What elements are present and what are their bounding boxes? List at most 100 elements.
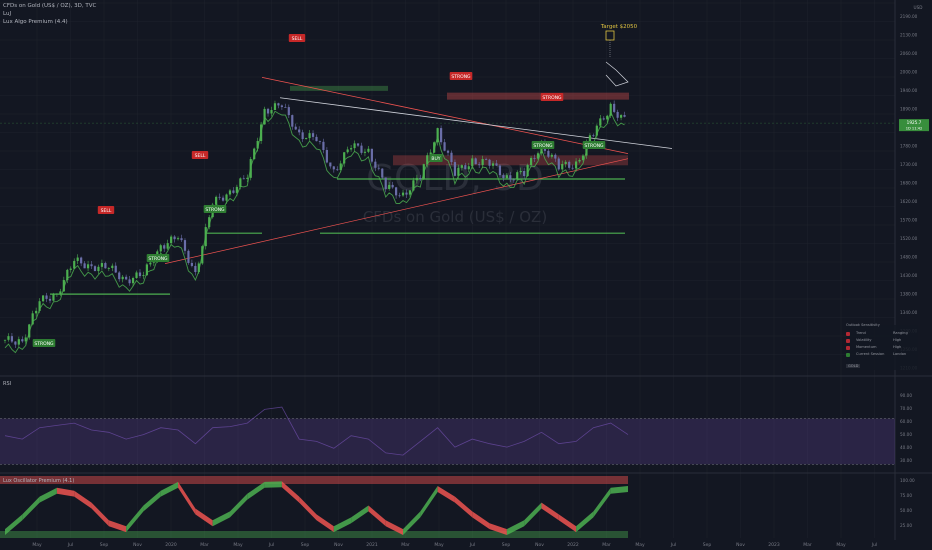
symbol-title[interactable]: CFDs on Gold (US$ / OZ), 3D, TVC: [3, 3, 96, 9]
oscillator-segment: [195, 508, 213, 527]
candle: [287, 107, 290, 116]
candle: [41, 295, 45, 302]
price-chart[interactable]: GOLD, 3D CFDs on Gold (US$ / OZ) SELLSEL…: [0, 0, 932, 550]
oscillator-segment: [108, 520, 127, 533]
candle: [367, 148, 370, 152]
candle: [363, 151, 367, 153]
dashboard-value: Ranging: [893, 331, 908, 335]
indicator-label-luxalgo[interactable]: Lux Algo Premium (4.4): [3, 19, 68, 25]
dashboard-row: Volatility High: [846, 338, 918, 344]
price-tick: 1890.00: [900, 107, 918, 112]
oscillator-segment: [39, 487, 57, 503]
candle: [616, 111, 619, 118]
candle: [523, 170, 526, 177]
overbought-zone: [0, 476, 628, 484]
time-tick: 2022: [567, 542, 579, 548]
dashboard-key: Trend: [856, 331, 866, 335]
candle: [550, 154, 553, 157]
rsi-pane-label[interactable]: RSI: [3, 381, 11, 387]
time-tick: May: [434, 542, 444, 548]
candle: [125, 276, 128, 280]
oscillator-tick: 100.00: [900, 478, 915, 483]
candle: [484, 159, 488, 160]
candle: [353, 143, 356, 149]
status-swatch: [846, 338, 850, 343]
oscillator-segment: [472, 511, 490, 530]
candle: [273, 103, 277, 111]
candle: [311, 133, 315, 137]
axis-currency: USD: [914, 5, 923, 10]
signal-text: STRONG: [451, 74, 471, 80]
time-tick: Sep: [703, 542, 712, 548]
candle: [163, 245, 166, 249]
oscillator-segment: [299, 496, 317, 521]
oscillator-segment: [420, 486, 438, 518]
indicator-label[interactable]: LuJ: [3, 11, 11, 17]
oscillator-segment: [524, 502, 542, 527]
candle: [325, 149, 328, 163]
oscillator-tick: 50.00: [900, 508, 912, 513]
time-tick: May: [233, 542, 243, 548]
time-tick: Jul: [871, 542, 877, 548]
candle: [512, 179, 515, 181]
candle: [173, 236, 176, 240]
candle: [166, 243, 169, 249]
candle: [225, 194, 228, 201]
candle: [69, 268, 72, 270]
candle: [128, 279, 131, 284]
dashboard-value: High: [893, 345, 902, 349]
price-tick: 1520.00: [900, 236, 918, 241]
signal-text: STRONG: [542, 95, 562, 101]
candle: [93, 266, 97, 272]
symbol-tag: GOLD: [846, 364, 861, 368]
buy-signal-label: STRONG: [582, 141, 606, 149]
candle: [360, 145, 363, 153]
rsi-pane: [0, 406, 895, 465]
price-tick: 2000.00: [900, 70, 918, 75]
oscillator-pane-label[interactable]: Lux Oscillator Premium (4.1): [3, 478, 74, 484]
signal-text: SELL: [292, 36, 303, 42]
candle: [381, 168, 384, 178]
price-axis[interactable]: USD 2190.00 2130.00 2060.00 2000.00 1940.00 18…: [899, 5, 929, 528]
candle: [405, 192, 408, 195]
time-tick: Jul: [268, 542, 274, 548]
dashboard-row: Trend Ranging: [846, 331, 918, 337]
candle: [478, 164, 481, 166]
oscillator-segment: [264, 481, 282, 488]
candle: [215, 196, 218, 205]
candle: [246, 177, 249, 179]
candle: [401, 192, 405, 196]
candle: [104, 263, 107, 269]
signal-text: STRONG: [34, 341, 54, 347]
candle: [170, 236, 173, 244]
candle: [460, 165, 463, 168]
time-axis[interactable]: May Jul Sep Nov 2020 Mar May Jul Sep Nov 2021 Mar Ma…: [32, 542, 877, 548]
dashboard-table: Outlook Sensitivity Trend Ranging Volati…: [846, 323, 918, 370]
candle: [471, 158, 474, 167]
time-tick: Nov: [736, 542, 745, 548]
candle: [315, 136, 318, 142]
time-tick: 2020: [165, 542, 177, 548]
candle: [346, 149, 349, 153]
time-tick: Sep: [100, 542, 109, 548]
candle: [419, 177, 422, 180]
candle: [239, 178, 242, 187]
candle: [464, 165, 467, 170]
candle: [602, 118, 605, 120]
rsi-tick: 60.00: [900, 419, 912, 424]
time-tick: 2023: [768, 542, 780, 548]
candle: [86, 264, 90, 269]
buy-signal-label: STRONG: [531, 141, 555, 149]
candle: [509, 175, 512, 180]
candle: [284, 107, 287, 108]
candle: [10, 336, 14, 342]
candle: [14, 341, 17, 345]
watermark-description: CFDs on Gold (US$ / OZ): [363, 208, 547, 226]
oscillator-segment: [74, 490, 92, 509]
candle: [301, 132, 304, 140]
time-tick: Mar: [803, 542, 812, 548]
time-tick: Mar: [200, 542, 209, 548]
candle: [474, 158, 477, 165]
rsi-tick: 30.00: [900, 458, 912, 463]
candle: [100, 263, 104, 267]
